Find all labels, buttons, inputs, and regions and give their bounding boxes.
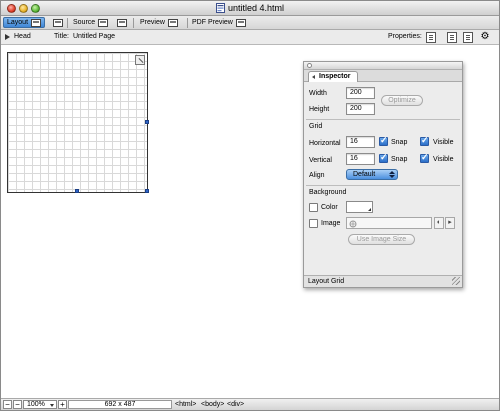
horizontal-visible-label: Visible [433,139,454,146]
background-heading: Background [309,189,347,196]
document-window: untitled 4.html Layout Source Preview PD… [0,0,500,411]
tab-pdf-preview[interactable]: PDF Preview [189,17,249,28]
toolbar-divider [67,18,68,28]
width-field[interactable]: 200 [346,87,375,99]
canvas-size-readout[interactable]: 692 x 487 [68,400,172,409]
inspector-palette: Inspector Width 200 Height 200 Optimize … [303,61,463,288]
zoom-in-button[interactable]: + [58,400,67,409]
tag-path-body[interactable]: <body> [201,400,224,409]
background-color-checkbox[interactable] [309,203,318,212]
use-image-size-button[interactable]: Use Image Size [348,234,415,245]
tab-layout[interactable]: Layout [3,17,46,28]
vertical-visible-label: Visible [433,156,454,163]
window-title: untitled 4.html [227,3,285,13]
image-path-field[interactable] [346,217,432,229]
pdf-preview-mode-icon [235,18,246,27]
horizontal-snap-checkbox[interactable] [379,135,388,146]
inspector-footer: Layout Grid [304,275,462,287]
horizontal-grid-field[interactable]: 16 [346,136,375,148]
resize-handle-right[interactable] [145,120,149,124]
tab-pdf-preview-label: PDF Preview [192,19,233,26]
inspector-footer-label: Layout Grid [308,278,345,285]
tag-path-div[interactable]: <div> [227,400,244,409]
tab-source-label: Source [73,19,96,26]
zoom-value: 100% [27,401,45,408]
point-and-shoot-icon[interactable] [349,220,357,228]
toolbar-divider [187,18,188,28]
zoom-select[interactable]: 100% [23,400,57,409]
tag-path-html[interactable]: <html> [175,400,196,409]
align-label: Align [309,172,325,179]
tab-inspector-label: Inspector [319,73,351,80]
grid-heading: Grid [309,123,323,130]
tab-preview-label: Preview [140,19,165,26]
properties-label: Properties: [388,33,422,40]
align-popup[interactable]: Default [346,169,398,180]
section-divider [306,119,460,120]
page-properties-icon[interactable] [426,32,436,43]
tab-preview[interactable]: Preview [137,17,181,28]
section-divider [306,185,460,186]
background-image-checkbox[interactable] [309,219,318,228]
source-mode-icon [98,18,109,27]
vertical-visible-checkbox[interactable] [420,152,429,163]
page-title-label: Title: [54,33,69,40]
toolbar-divider [133,18,134,28]
head-bar: Head Title: Untitled Page Properties: ⚙ [1,30,499,45]
tab-layout-label: Layout [7,19,29,26]
head-label[interactable]: Head [14,33,31,40]
horizontal-visible-checkbox[interactable] [420,135,429,146]
vertical-label: Vertical [309,157,332,164]
vertical-snap-checkbox[interactable] [379,152,388,163]
disclosure-triangle-icon[interactable] [5,34,10,40]
html-document-icon [215,3,225,13]
browse-arrow-icon[interactable]: ▸ [445,217,455,229]
layout-grid-box[interactable] [7,52,148,193]
mode-toolbar: Layout Source Preview PDF Preview [1,16,499,30]
layout-properties-icon[interactable] [463,32,473,43]
layout-mode-icon [31,18,42,27]
width-label: Width [309,90,327,97]
meta-properties-icon[interactable] [447,32,457,43]
height-field[interactable]: 200 [346,103,375,115]
horizontal-label: Horizontal [309,140,341,147]
gear-icon[interactable]: ⚙ [479,31,491,43]
resize-handle-bottom[interactable] [75,189,79,193]
title-bar[interactable]: untitled 4.html [1,1,499,16]
tab-source[interactable]: Source [70,17,111,28]
preview-mode-icon [167,18,178,27]
split-view-icon[interactable] [53,19,63,27]
background-image-label: Image [321,220,341,227]
popup-arrows-icon [389,171,395,178]
source-split-icon[interactable] [117,19,127,27]
layout-box-handle-icon[interactable] [135,55,145,65]
optimize-button[interactable]: Optimize [381,95,423,106]
close-palette-button[interactable] [307,63,312,68]
resize-handle-corner[interactable] [145,189,149,193]
browse-icon[interactable]: ◐ [434,217,444,229]
collapse-arrow-icon[interactable] [312,75,315,79]
zoom-out-small-button[interactable]: − [13,400,22,409]
horizontal-snap-label: Snap [391,139,408,146]
align-popup-value: Default [353,171,376,178]
zoom-out-button[interactable]: − [3,400,12,409]
resize-grip-icon[interactable] [452,277,460,285]
background-color-label: Color [321,204,338,211]
inspector-title-bar[interactable] [304,62,462,70]
vertical-snap-label: Snap [391,156,408,163]
window-title-area: untitled 4.html [1,3,499,13]
vertical-grid-field[interactable]: 16 [346,153,375,165]
chevron-down-icon [50,404,54,407]
inspector-tab-row: Inspector [304,70,462,82]
color-swatch[interactable] [346,201,373,213]
page-title-field[interactable]: Untitled Page [73,33,115,40]
inspector-body: Width 200 Height 200 Optimize Grid Horiz… [304,82,462,275]
status-bar: − − 100% + 692 x 487 <html> <body> <div> [1,398,499,410]
tab-inspector[interactable]: Inspector [308,71,358,82]
height-label: Height [309,106,330,113]
